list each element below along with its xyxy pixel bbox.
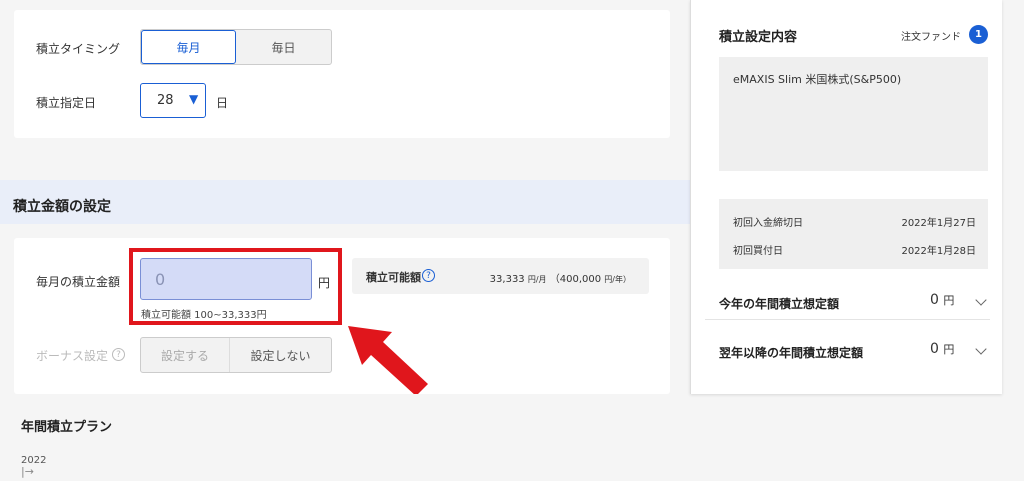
divider bbox=[705, 319, 990, 320]
timing-card bbox=[14, 10, 670, 138]
summary-title: 積立設定内容 bbox=[719, 30, 798, 45]
this-year-yen: 円 bbox=[943, 294, 955, 307]
available-value: 33,333 円/月 （400,000 円/年） bbox=[490, 270, 631, 285]
order-fund-label: 注文ファンド bbox=[901, 32, 961, 43]
day-label: 積立指定日 bbox=[36, 96, 97, 110]
available-value-unit: 円/月 bbox=[527, 275, 547, 284]
amount-section-title: 積立金額の設定 bbox=[13, 199, 111, 215]
next-year-total[interactable]: 0 円 bbox=[930, 341, 954, 357]
bonus-toggle: 設定する 設定しない bbox=[140, 337, 332, 373]
help-icon[interactable]: ? bbox=[422, 269, 435, 282]
first-deposit-label: 初回入金締切日 bbox=[733, 218, 803, 229]
highlight-arrow-icon bbox=[348, 326, 428, 396]
arrow-icon: |→ bbox=[21, 465, 34, 478]
next-year-label: 翌年以降の年間積立想定額 bbox=[719, 346, 864, 360]
timing-option-monthly[interactable]: 毎月 bbox=[141, 30, 237, 64]
this-year-value: 0 bbox=[930, 292, 939, 308]
dropdown-triangle-icon: ▼ bbox=[189, 92, 199, 106]
bonus-help-icon[interactable]: ? bbox=[112, 348, 125, 361]
highlight-box bbox=[129, 248, 342, 325]
next-year-yen: 円 bbox=[943, 343, 955, 356]
timing-toggle: 毎月 毎日 bbox=[140, 29, 332, 65]
fund-box: eMAXIS Slim 米国株式(S&P500) bbox=[719, 57, 988, 171]
fund-name: eMAXIS Slim 米国株式(S&P500) bbox=[733, 73, 902, 86]
day-select-value: 28 bbox=[157, 93, 174, 108]
next-year-value: 0 bbox=[930, 341, 939, 357]
available-amount-box: 積立可能額 ? 33,333 円/月 （400,000 円/年） bbox=[352, 258, 649, 294]
first-buy-label: 初回買付日 bbox=[733, 246, 783, 257]
first-deposit-date: 2022年1月27日 bbox=[901, 218, 976, 229]
this-year-label: 今年の年間積立想定額 bbox=[719, 297, 840, 311]
available-year-value: （400,000 bbox=[549, 274, 602, 285]
available-label: 積立可能額 bbox=[366, 271, 421, 284]
date-box: 初回入金締切日 2022年1月27日 初回買付日 2022年1月28日 bbox=[719, 199, 988, 269]
bonus-option-set[interactable]: 設定する bbox=[141, 338, 231, 372]
monthly-amount-label: 毎月の積立金額 bbox=[36, 275, 121, 289]
first-buy-date: 2022年1月28日 bbox=[901, 246, 976, 257]
this-year-total[interactable]: 0 円 bbox=[930, 292, 954, 308]
available-year-unit: 円/年） bbox=[604, 275, 631, 284]
plan-area bbox=[0, 394, 756, 481]
bonus-label: ボーナス設定 bbox=[36, 349, 109, 363]
plan-title: 年間積立プラン bbox=[21, 420, 113, 435]
timing-label: 積立タイミング bbox=[36, 42, 121, 56]
timing-option-daily[interactable]: 毎日 bbox=[236, 30, 331, 64]
bonus-option-unset[interactable]: 設定しない bbox=[230, 338, 331, 372]
available-value-number: 33,333 bbox=[489, 274, 525, 285]
day-unit: 日 bbox=[216, 96, 229, 110]
order-fund-count-badge: 1 bbox=[969, 25, 988, 44]
day-select[interactable]: 28 ▼ bbox=[140, 83, 206, 118]
